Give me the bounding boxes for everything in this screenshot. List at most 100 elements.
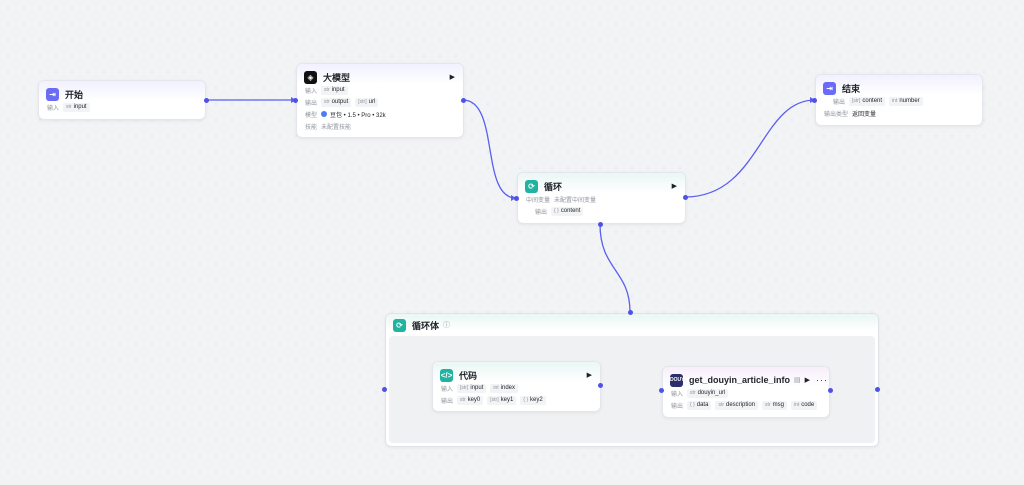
loop-body-right-port[interactable]	[875, 387, 880, 392]
loop-output-tag: { } content	[551, 206, 584, 216]
input-label: 输入	[441, 386, 454, 393]
edge-llm-to-loop	[462, 99, 517, 199]
output-label: 输出	[833, 99, 846, 106]
llm-output-tag: str output	[321, 97, 352, 107]
loop-body-port[interactable]	[598, 222, 603, 227]
output-label: 输出	[671, 403, 684, 410]
type-label: str	[324, 87, 330, 93]
start-icon: ⇥	[46, 87, 59, 101]
var-name: url	[368, 99, 376, 105]
var-name: msg	[772, 402, 784, 408]
model-label: 模型	[305, 112, 318, 119]
var-name: key0	[467, 397, 481, 403]
llm-node[interactable]: ◈ 大模型 ▶ 输入 str input 输出 str output [str] ur…	[296, 63, 464, 138]
end-output-tag: [str] content	[849, 96, 886, 106]
loop-node[interactable]: ⟳ 循环 ▶ 中间变量 未配置中间变量 输出 { } content	[517, 172, 686, 224]
doubao-icon	[321, 111, 328, 117]
llm-input-tag: str input	[321, 85, 348, 95]
info-icon[interactable]: ⓘ	[443, 320, 450, 330]
plugin-node[interactable]: DOUYIN get_douyin_article_info ▤ ▶ ··· 输…	[662, 366, 830, 418]
start-input-tag: str input	[63, 102, 90, 112]
input-label: 输入	[47, 105, 60, 112]
edge-loop-to-body	[599, 223, 631, 313]
midvar-label: 中间变量	[526, 197, 551, 204]
code-output-tag: [str] key1	[487, 395, 517, 405]
end-node[interactable]: ⇥ 结束 输出 [str] content int number 输出类型 返回变量	[815, 74, 983, 126]
type-label: str	[460, 397, 466, 403]
var-name: input	[331, 87, 345, 93]
llm-model-row: 模型 豆包 • 1.5 • Pro • 32k	[297, 108, 463, 120]
end-icon: ⇥	[823, 81, 836, 95]
plugin-output-tag: int code	[790, 400, 818, 410]
code-output-tag: str key0	[457, 395, 484, 405]
start-node[interactable]: ⇥ 开始 输入 str input	[38, 80, 206, 120]
mode-label: 输出类型	[824, 111, 849, 118]
loop-body-left-port[interactable]	[382, 387, 387, 392]
start-input-row: 输入 str input	[39, 101, 205, 113]
type-label: [str]	[358, 99, 367, 105]
code-node[interactable]: </> 代码 ▶ 输入 [str] input int index 输出 str ke…	[432, 361, 601, 412]
start-output-port[interactable]	[204, 98, 209, 103]
skill-value: 未配置技能	[321, 124, 352, 131]
plugin-output-tag: str description	[715, 400, 759, 410]
plugin-output-row: 输出 { } data str description str msg int code	[663, 399, 829, 411]
llm-output-row: 输出 str output [str] url	[297, 96, 463, 108]
type-label: { }	[554, 208, 559, 214]
more-icon[interactable]: ···	[816, 375, 828, 385]
input-label: 输入	[305, 88, 318, 95]
loop-output-port[interactable]	[683, 195, 688, 200]
output-label: 输出	[305, 100, 318, 107]
loop-body-icon: ⟳	[393, 318, 406, 332]
var-name: data	[696, 402, 709, 408]
loop-output-row: 输出 { } content	[518, 205, 685, 217]
play-icon[interactable]: ▶	[672, 182, 677, 190]
loop-midvar-row: 中间变量 未配置中间变量	[518, 193, 685, 205]
type-label: [str]	[460, 385, 469, 391]
type-label: [str]	[490, 397, 499, 403]
llm-output-port[interactable]	[461, 98, 466, 103]
start-title: 开始	[65, 89, 84, 100]
play-icon[interactable]: ▶	[450, 73, 455, 81]
llm-title: 大模型	[323, 72, 351, 83]
end-input-port[interactable]	[812, 98, 817, 103]
type-label: int	[793, 402, 800, 408]
var-name: description	[726, 402, 756, 408]
var-name: index	[500, 385, 515, 391]
plugin-input-row: 输入 str douyin_url	[663, 387, 829, 399]
type-label: int	[493, 385, 499, 391]
edge-loop-to-end	[684, 99, 816, 198]
llm-icon: ◈	[304, 70, 317, 84]
output-label: 输出	[535, 209, 548, 216]
loop-body-top-port[interactable]	[628, 310, 633, 315]
var-name: key1	[500, 397, 514, 403]
doc-icon[interactable]: ▤	[794, 376, 801, 384]
plugin-input-port[interactable]	[659, 388, 664, 393]
input-label: 输入	[671, 391, 684, 398]
type-label: str	[718, 402, 724, 408]
var-name: code	[801, 402, 815, 408]
model-value: 豆包 • 1.5 • Pro • 32k	[330, 112, 386, 119]
llm-input-row: 输入 str input	[297, 84, 463, 96]
var-name: number	[899, 98, 920, 104]
loop-title: 循环	[544, 181, 563, 192]
llm-skill-row: 技能 未配置技能	[297, 120, 463, 132]
plugin-output-port[interactable]	[828, 388, 833, 393]
var-name: content	[560, 208, 581, 214]
loop-input-port[interactable]	[514, 196, 519, 201]
type-label: str	[690, 390, 696, 396]
code-output-port[interactable]	[598, 383, 603, 388]
end-output-row: 输出 [str] content int number	[816, 95, 982, 107]
code-title: 代码	[459, 370, 478, 381]
code-input-tag: [str] input	[457, 383, 487, 393]
var-name: output	[331, 99, 349, 105]
code-input-row: 输入 [str] input int index	[433, 382, 600, 394]
plugin-output-tag: str msg	[762, 400, 787, 410]
plugin-output-tag: { } data	[687, 400, 712, 410]
play-icon[interactable]: ▶	[805, 376, 810, 384]
llm-input-port[interactable]	[293, 98, 298, 103]
var-name: input	[470, 385, 484, 391]
play-icon[interactable]: ▶	[587, 371, 592, 379]
mode-value: 返回变量	[852, 111, 877, 118]
type-label: [str]	[852, 98, 861, 104]
type-label: { }	[690, 402, 695, 408]
